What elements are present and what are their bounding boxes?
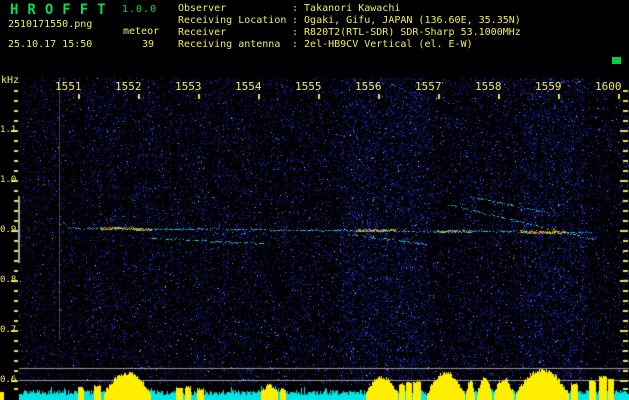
frequency-axis-label: 1.1 xyxy=(0,125,17,135)
station-label: Receiver xyxy=(178,27,227,38)
mode-label: meteor xyxy=(123,26,160,37)
spectrogram-canvas xyxy=(0,0,629,400)
frequency-axis-unit: kHz xyxy=(1,75,20,86)
app-title: HROFFT xyxy=(10,2,115,18)
time-axis-label: 1559 xyxy=(535,80,562,93)
frequency-axis-label: 1.0 xyxy=(0,175,17,185)
time-axis-label: 1556 xyxy=(355,80,382,93)
time-axis-label: 1558 xyxy=(475,80,502,93)
output-filename: 2510171550.png xyxy=(8,19,93,30)
echo-count: 39 xyxy=(142,39,155,50)
frequency-axis-label: 0.7 xyxy=(0,325,17,335)
hrofft-output-image: HROFFT 1.0.0 2510171550.png meteor 25.10… xyxy=(0,0,629,400)
frequency-axis-label: 0.6 xyxy=(0,375,17,385)
time-axis-label: 1554 xyxy=(235,80,262,93)
station-label: Receiving Location xyxy=(178,15,287,26)
station-value: : R820T2(RTL-SDR) SDR-Sharp 53.1000MHz xyxy=(292,27,521,38)
station-value: : Ogaki, Gifu, JAPAN (136.60E, 35.35N) xyxy=(292,15,521,26)
station-row-observer: Observer : Takanori Kawachi xyxy=(178,3,400,14)
frequency-axis-label: 0.9 xyxy=(0,225,17,235)
time-axis-label: 1555 xyxy=(295,80,322,93)
time-axis-label: 1600 xyxy=(595,80,622,93)
station-value: : Takanori Kawachi xyxy=(292,3,401,14)
station-row-antenna: Receiving antenna : 2el-HB9CV Vertical (e… xyxy=(178,39,473,50)
frequency-axis-label: 0.8 xyxy=(0,275,17,285)
timestamp: 25.10.17 15:50 xyxy=(8,39,93,50)
time-axis-label: 1552 xyxy=(115,80,142,93)
time-axis-label: 1557 xyxy=(415,80,442,93)
station-row-receiver: Receiver : R820T2(RTL-SDR) SDR-Sharp 53.1… xyxy=(178,27,521,38)
station-value: : 2el-HB9CV Vertical (el. E-W) xyxy=(292,39,473,50)
station-label: Observer xyxy=(178,3,227,14)
status-indicator xyxy=(612,57,621,64)
app-version: 1.0.0 xyxy=(122,4,158,15)
station-label: Receiving antenna xyxy=(178,39,281,50)
time-axis-label: 1553 xyxy=(175,80,202,93)
station-row-location: Receiving Location : Ogaki, Gifu, JAPAN (… xyxy=(178,15,521,26)
time-axis-label: 1551 xyxy=(55,80,82,93)
